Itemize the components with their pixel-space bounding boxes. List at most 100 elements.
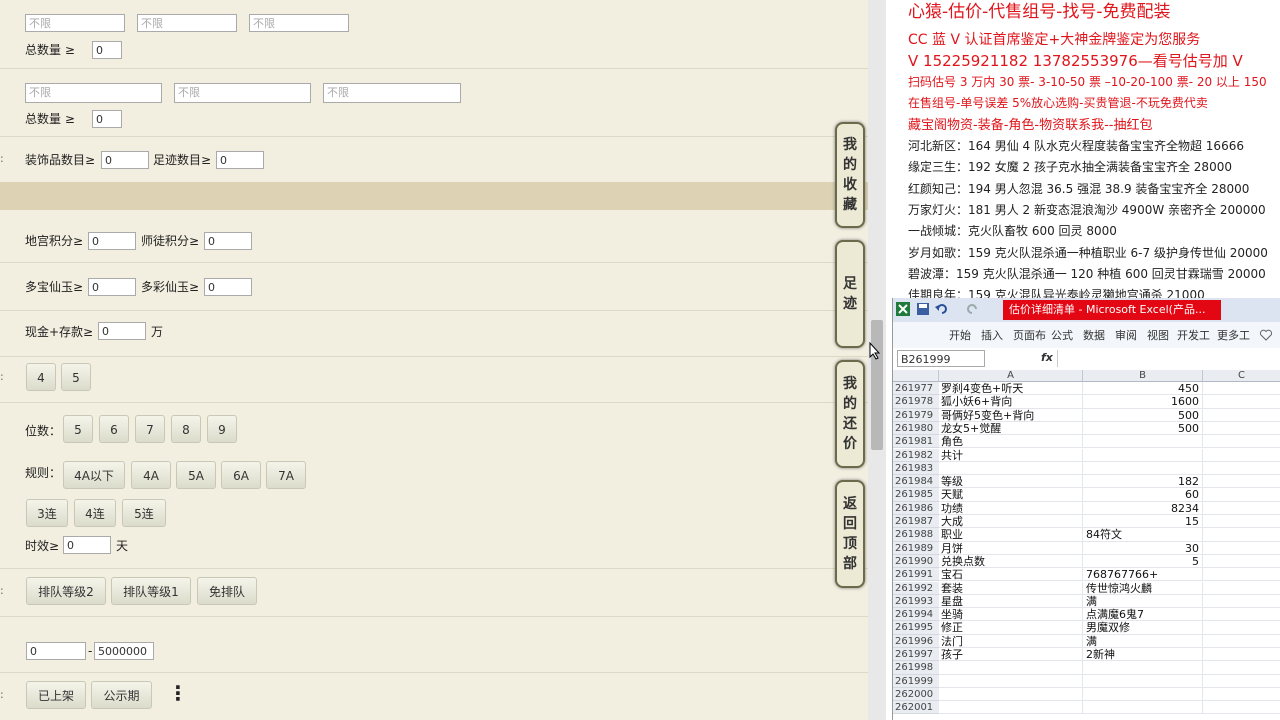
filter-input-1a[interactable]: 不限 [25, 14, 125, 32]
cell-b[interactable]: 传世惊鸿火麟 [1083, 581, 1203, 595]
ribbon-tab-page-layout[interactable]: 页面布 [1013, 327, 1046, 343]
cell-b[interactable]: 500 [1083, 408, 1203, 422]
status-button-listed[interactable]: 已上架 [26, 681, 86, 709]
cell-c[interactable] [1203, 621, 1280, 635]
column-header-c[interactable]: C [1203, 370, 1280, 382]
rule-button-7a[interactable]: 7A [266, 461, 306, 489]
ribbon-tab-data[interactable]: 数据 [1083, 327, 1105, 343]
cell-c[interactable] [1203, 648, 1280, 662]
cell-b[interactable]: 500 [1083, 421, 1203, 436]
cell-c[interactable] [1203, 688, 1280, 702]
row-header[interactable]: 261978 [893, 395, 939, 409]
digits-button-9[interactable]: 9 [207, 415, 237, 443]
row-header[interactable]: 261981 [893, 435, 939, 449]
spreadsheet-grid[interactable]: A B C 261977 罗刹4变色+听天 450 261978 狐小妖6+背向 1600… [893, 370, 1280, 720]
fx-icon[interactable]: fx [1041, 351, 1053, 364]
row-header[interactable]: 261994 [893, 608, 939, 622]
ribbon-tab-view[interactable]: 视图 [1147, 327, 1169, 343]
cell-c[interactable] [1203, 661, 1280, 675]
cell-a[interactable]: 功绩 [939, 501, 1083, 515]
cell-b[interactable]: 60 [1083, 488, 1203, 502]
duobao-input[interactable]: 0 [88, 278, 136, 296]
cell-c[interactable] [1203, 675, 1280, 688]
streak-button-3[interactable]: 3连 [26, 499, 68, 527]
row-header[interactable]: 261982 [893, 448, 939, 462]
row-header[interactable]: 261993 [893, 594, 939, 609]
cell-c[interactable] [1203, 395, 1280, 409]
cell-a[interactable]: 大成 [939, 515, 1083, 529]
cell-b[interactable]: 30 [1083, 541, 1203, 555]
cell-a[interactable]: 宝石 [939, 568, 1083, 582]
filter-input-1c[interactable]: 不限 [249, 14, 349, 32]
cell-b[interactable] [1083, 674, 1203, 688]
cell-b[interactable]: 1600 [1083, 395, 1203, 409]
price-min-input[interactable]: 0 [26, 642, 86, 660]
footprint-input[interactable]: 0 [216, 151, 264, 169]
price-max-input[interactable]: 5000000 [94, 642, 154, 660]
cell-a[interactable]: 月饼 [939, 541, 1083, 555]
cell-a[interactable]: 修正 [939, 621, 1083, 635]
cell-a[interactable]: 坐骑 [939, 608, 1083, 622]
page-scrollbar[interactable] [868, 0, 886, 720]
filter-input-2b[interactable]: 不限 [174, 83, 311, 103]
back-to-top-tab[interactable]: 返 回 顶 部 [835, 480, 865, 588]
digits-button-5[interactable]: 5 [63, 415, 93, 443]
cell-a[interactable] [939, 461, 1083, 476]
cell-b[interactable] [1083, 687, 1203, 702]
my-favorites-tab[interactable]: 我 的 收 藏 [835, 122, 865, 228]
ribbon-tab-more[interactable]: 更多工 [1217, 327, 1250, 343]
cell-a[interactable]: 兑换点数 [939, 554, 1083, 569]
row-header[interactable]: 261996 [893, 634, 939, 648]
disciple-score-input[interactable]: 0 [204, 232, 252, 250]
footprints-tab[interactable]: 足 迹 [835, 240, 865, 348]
cell-b[interactable] [1083, 435, 1203, 449]
save-icon[interactable] [917, 303, 929, 315]
ribbon-tab-review[interactable]: 审阅 [1115, 327, 1137, 343]
streak-button-4[interactable]: 4连 [74, 499, 116, 527]
cell-b[interactable] [1083, 661, 1203, 675]
cell-a[interactable] [939, 701, 1083, 715]
ribbon-tab-developer[interactable]: 开发工 [1177, 327, 1210, 343]
row-header[interactable]: 261979 [893, 408, 939, 422]
cell-c[interactable] [1203, 488, 1280, 502]
cell-b[interactable]: 点满魔6鬼7 [1083, 608, 1203, 622]
rule-button-6a[interactable]: 6A [221, 461, 261, 489]
name-box[interactable]: B261999 [897, 350, 985, 367]
cell-a[interactable]: 共计 [939, 448, 1083, 462]
cell-c[interactable] [1203, 475, 1280, 489]
rule-button-4a[interactable]: 4A [131, 461, 171, 489]
row-header[interactable]: 261984 [893, 475, 939, 489]
cell-a[interactable] [939, 674, 1083, 688]
redo-icon[interactable] [965, 303, 979, 315]
cell-c[interactable] [1203, 422, 1280, 436]
cell-a[interactable]: 法门 [939, 634, 1083, 648]
my-offers-tab[interactable]: 我 的 还 价 [835, 360, 865, 468]
cell-a[interactable]: 等级 [939, 475, 1083, 489]
level-button-5[interactable]: 5 [61, 363, 91, 391]
row-header[interactable]: 261983 [893, 461, 939, 476]
queue-button-none[interactable]: 免排队 [197, 577, 257, 605]
cell-a[interactable]: 角色 [939, 435, 1083, 449]
undo-icon[interactable] [935, 303, 949, 315]
cell-a[interactable]: 天赋 [939, 488, 1083, 502]
ribbon-tab-insert[interactable]: 插入 [981, 327, 1003, 343]
row-header[interactable]: 261999 [893, 674, 939, 688]
cell-c[interactable] [1203, 595, 1280, 609]
formula-input[interactable] [1057, 350, 1280, 367]
row-header[interactable]: 261977 [893, 382, 939, 396]
column-header-a[interactable]: A [939, 370, 1083, 382]
cell-a[interactable]: 星盘 [939, 594, 1083, 609]
cell-c[interactable] [1203, 409, 1280, 422]
total-qty-input-2[interactable]: 0 [92, 110, 122, 128]
row-header[interactable]: 261991 [893, 568, 939, 582]
row-header[interactable]: 261989 [893, 541, 939, 555]
cell-b[interactable]: 2新神 [1083, 648, 1203, 662]
heart-icon[interactable] [1260, 329, 1272, 341]
cell-c[interactable] [1203, 555, 1280, 569]
digits-button-7[interactable]: 7 [135, 415, 165, 443]
status-button-publicity[interactable]: 公示期 [91, 681, 152, 709]
cell-c[interactable] [1203, 608, 1280, 622]
validity-input[interactable]: 0 [63, 536, 111, 554]
row-header[interactable]: 261990 [893, 554, 939, 569]
palace-score-input[interactable]: 0 [88, 232, 136, 250]
